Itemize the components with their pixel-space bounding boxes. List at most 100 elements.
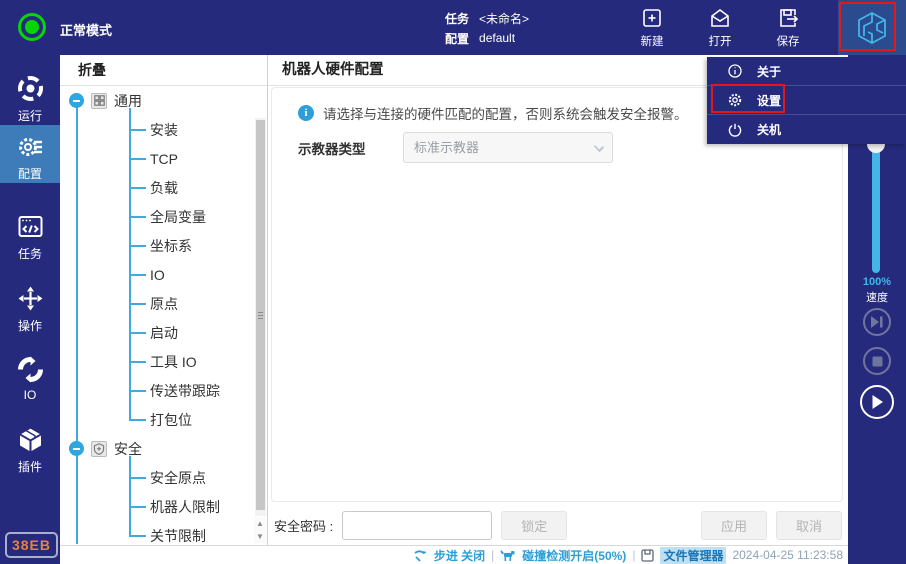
tree-node-safety-origin[interactable]: 安全原点: [60, 463, 267, 492]
task-value: <未命名>: [479, 10, 529, 27]
tree-node-label: TCP: [150, 151, 178, 167]
sidebar-item-config[interactable]: 配置: [0, 125, 60, 183]
tree-node-global-vars[interactable]: 全局变量: [60, 202, 267, 231]
scroll-down-icon[interactable]: ▼: [254, 530, 266, 543]
tree-node-conveyor[interactable]: 传送带跟踪: [60, 376, 267, 405]
grid-icon: [91, 93, 107, 109]
clock-timestamp: 2024-04-25 11:23:58: [732, 548, 843, 562]
step-mode-status[interactable]: 步进 关闭: [434, 547, 485, 564]
tree-node-label: 通用: [114, 91, 142, 111]
tree-node-label: 启动: [150, 323, 178, 343]
tree-node-coord-system[interactable]: 坐标系: [60, 231, 267, 260]
config-value: default: [479, 31, 515, 45]
cancel-button[interactable]: 取消: [776, 511, 842, 540]
menu-item-shutdown[interactable]: 关机: [707, 115, 906, 144]
tree-node-label: 关节限制: [150, 526, 206, 545]
scroll-up-icon[interactable]: ▲: [254, 517, 266, 530]
pendant-type-label: 示教器类型: [298, 138, 403, 158]
tree-scrollbar[interactable]: [255, 118, 266, 516]
tree-node-label: 安全: [114, 439, 142, 459]
new-file-icon: [640, 6, 664, 30]
info-text: 请选择与连接的硬件匹配的配置，否则系统会触发安全报警。: [323, 103, 688, 123]
config-label: 配置: [445, 30, 469, 47]
sidebar-item-plugin[interactable]: 插件: [0, 418, 60, 475]
open-task-button[interactable]: 打开: [694, 6, 746, 49]
tree-node-label: 原点: [150, 294, 178, 314]
collapse-header[interactable]: 折叠: [60, 55, 267, 86]
operate-icon: [17, 285, 44, 312]
collapse-minus-icon[interactable]: [69, 441, 84, 456]
config-icon: [17, 133, 44, 160]
info-circle-icon: [728, 64, 742, 78]
status-bar: 步进 关闭 | 碰撞检测开启(50%) | 文件管理器 2024-04-25 1…: [60, 545, 848, 564]
pendant-type-select[interactable]: 标准示教器: [403, 132, 613, 163]
tree-node-io[interactable]: IO: [60, 260, 267, 289]
mode-label: 正常模式: [60, 20, 112, 39]
sidebar-item-label: 任务: [18, 245, 42, 262]
step-forward-button[interactable]: [863, 308, 891, 336]
speed-label: 速度: [848, 289, 906, 305]
tree-children-general: 安装 TCP 负载 全局变量 坐标系 IO 原点 启动 工具 IO 传送带跟踪 …: [60, 115, 267, 434]
tree-node-pack-pos[interactable]: 打包位: [60, 405, 267, 434]
info-icon: i: [298, 105, 314, 121]
stop-icon: [872, 356, 883, 367]
sidebar-item-operate[interactable]: 操作: [0, 277, 60, 334]
tree-node-general[interactable]: 通用: [60, 86, 267, 115]
tree-node-label: 安全原点: [150, 468, 206, 488]
config-tree: 通用 安装 TCP 负载 全局变量 坐标系 IO 原点 启动 工具 IO 传送带…: [60, 86, 267, 544]
shield-icon: [91, 441, 107, 457]
save-button-label: 保存: [777, 33, 800, 49]
speed-slider-track[interactable]: [872, 144, 880, 273]
sidebar-item-io[interactable]: IO: [0, 348, 60, 402]
menu-item-about[interactable]: 关于: [707, 57, 906, 86]
tree-node-safety[interactable]: 安全: [60, 434, 267, 463]
collapse-minus-icon[interactable]: [69, 93, 84, 108]
task-info: 任务 <未命名> 配置 default: [445, 8, 529, 48]
tree-node-payload[interactable]: 负载: [60, 173, 267, 202]
separator: |: [632, 548, 635, 562]
speed-percent: 100%: [848, 276, 906, 288]
safety-password-input[interactable]: [342, 511, 492, 540]
sidebar-item-task[interactable]: 任务: [0, 205, 60, 262]
plugin-icon: [17, 426, 44, 453]
tree-node-label: 负载: [150, 178, 178, 198]
save-task-button[interactable]: 保存: [762, 6, 814, 49]
left-sidebar: 运行 配置: [0, 55, 60, 564]
top-buttons: 新建 打开: [626, 6, 814, 49]
save-icon: [776, 6, 800, 30]
safety-password-label: 安全密码 :: [274, 516, 333, 535]
tree-scrollbar-thumb[interactable]: [256, 120, 265, 510]
top-bar: 正常模式 任务 <未命名> 配置 default 新建: [0, 0, 906, 55]
tree-node-label: 传送带跟踪: [150, 381, 220, 401]
app-window: 正常模式 任务 <未命名> 配置 default 新建: [0, 0, 906, 564]
play-button[interactable]: [860, 385, 894, 419]
tree-node-robot-limits[interactable]: 机器人限制: [60, 492, 267, 521]
tree-node-label: 全局变量: [150, 207, 206, 227]
task-label: 任务: [445, 10, 469, 27]
apply-button[interactable]: 应用: [701, 511, 767, 540]
tree-node-tcp[interactable]: TCP: [60, 144, 267, 173]
tree-node-origin[interactable]: 原点: [60, 289, 267, 318]
chevron-down-icon: [594, 142, 604, 152]
collision-detect-status[interactable]: 碰撞检测开启(50%): [522, 547, 626, 564]
tree-node-tool-io[interactable]: 工具 IO: [60, 347, 267, 376]
tree-node-startup[interactable]: 启动: [60, 318, 267, 347]
file-manager-button[interactable]: 文件管理器: [660, 547, 726, 564]
stop-button[interactable]: [863, 347, 891, 375]
sidebar-item-label: 运行: [18, 107, 42, 124]
pendant-type-value: 标准示教器: [414, 140, 479, 155]
logo-highlight-box: [839, 2, 896, 51]
tree-node-label: 机器人限制: [150, 497, 220, 517]
pendant-type-row: 示教器类型 标准示教器: [298, 132, 613, 163]
sidebar-item-run[interactable]: 运行: [0, 67, 60, 124]
separator: |: [491, 548, 494, 562]
lock-button[interactable]: 锁定: [501, 511, 567, 540]
task-icon: [17, 213, 44, 240]
run-icon: [17, 75, 44, 102]
menu-item-label: 关机: [757, 121, 781, 138]
power-icon: [728, 123, 742, 137]
tree-node-install[interactable]: 安装: [60, 115, 267, 144]
sidebar-item-label: 操作: [18, 317, 42, 334]
tree-node-joint-limits[interactable]: 关节限制: [60, 521, 267, 544]
new-task-button[interactable]: 新建: [626, 6, 678, 49]
